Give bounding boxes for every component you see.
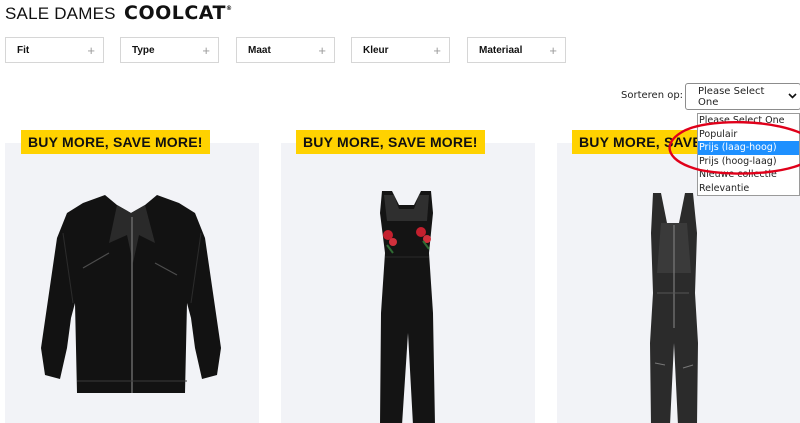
promo-badge: BUY MORE, SAVE MORE! bbox=[21, 130, 210, 154]
sort-option[interactable]: Prijs (hoog-laag) bbox=[698, 155, 799, 169]
promo-badge: BUY MORE, SAVE MORE! bbox=[296, 130, 485, 154]
plus-icon: + bbox=[87, 42, 95, 58]
sort-select-value: Please Select One bbox=[698, 85, 765, 108]
sort-option[interactable]: Relevantie bbox=[698, 182, 799, 196]
plus-icon: + bbox=[549, 42, 557, 58]
chevron-down-icon bbox=[785, 91, 800, 102]
filter-label: Maat bbox=[248, 44, 271, 56]
plus-icon: + bbox=[433, 42, 441, 58]
brand-logo[interactable]: COOLCAT® bbox=[124, 2, 233, 24]
sort-select[interactable]: Please Select One bbox=[685, 83, 800, 110]
filter-type-button[interactable]: Type + bbox=[120, 37, 219, 63]
plus-icon: + bbox=[202, 42, 210, 58]
sort-option[interactable]: Please Select One bbox=[698, 114, 799, 128]
sort-options-dropdown[interactable]: Please Select One Populair Prijs (laag-h… bbox=[697, 113, 800, 196]
product-image-jumpsuit[interactable] bbox=[281, 143, 535, 423]
sort-option-highlighted[interactable]: Prijs (laag-hoog) bbox=[698, 141, 799, 155]
filter-label: Type bbox=[132, 44, 155, 56]
page-title: SALE DAMES bbox=[5, 4, 116, 23]
filter-label: Materiaal bbox=[479, 44, 523, 56]
filter-label: Fit bbox=[17, 44, 30, 56]
filter-label: Kleur bbox=[363, 44, 389, 56]
sort-option[interactable]: Populair bbox=[698, 128, 799, 142]
filter-materiaal-button[interactable]: Materiaal + bbox=[467, 37, 566, 63]
product-card[interactable] bbox=[281, 143, 535, 423]
filter-kleur-button[interactable]: Kleur + bbox=[351, 37, 450, 63]
filter-fit-button[interactable]: Fit + bbox=[5, 37, 104, 63]
sort-option[interactable]: Nieuwe collectie bbox=[698, 168, 799, 182]
sort-label: Sorteren op: bbox=[621, 90, 684, 101]
plus-icon: + bbox=[318, 42, 326, 58]
product-image-jacket[interactable] bbox=[5, 143, 259, 423]
filter-maat-button[interactable]: Maat + bbox=[236, 37, 335, 63]
product-card[interactable] bbox=[5, 143, 259, 423]
